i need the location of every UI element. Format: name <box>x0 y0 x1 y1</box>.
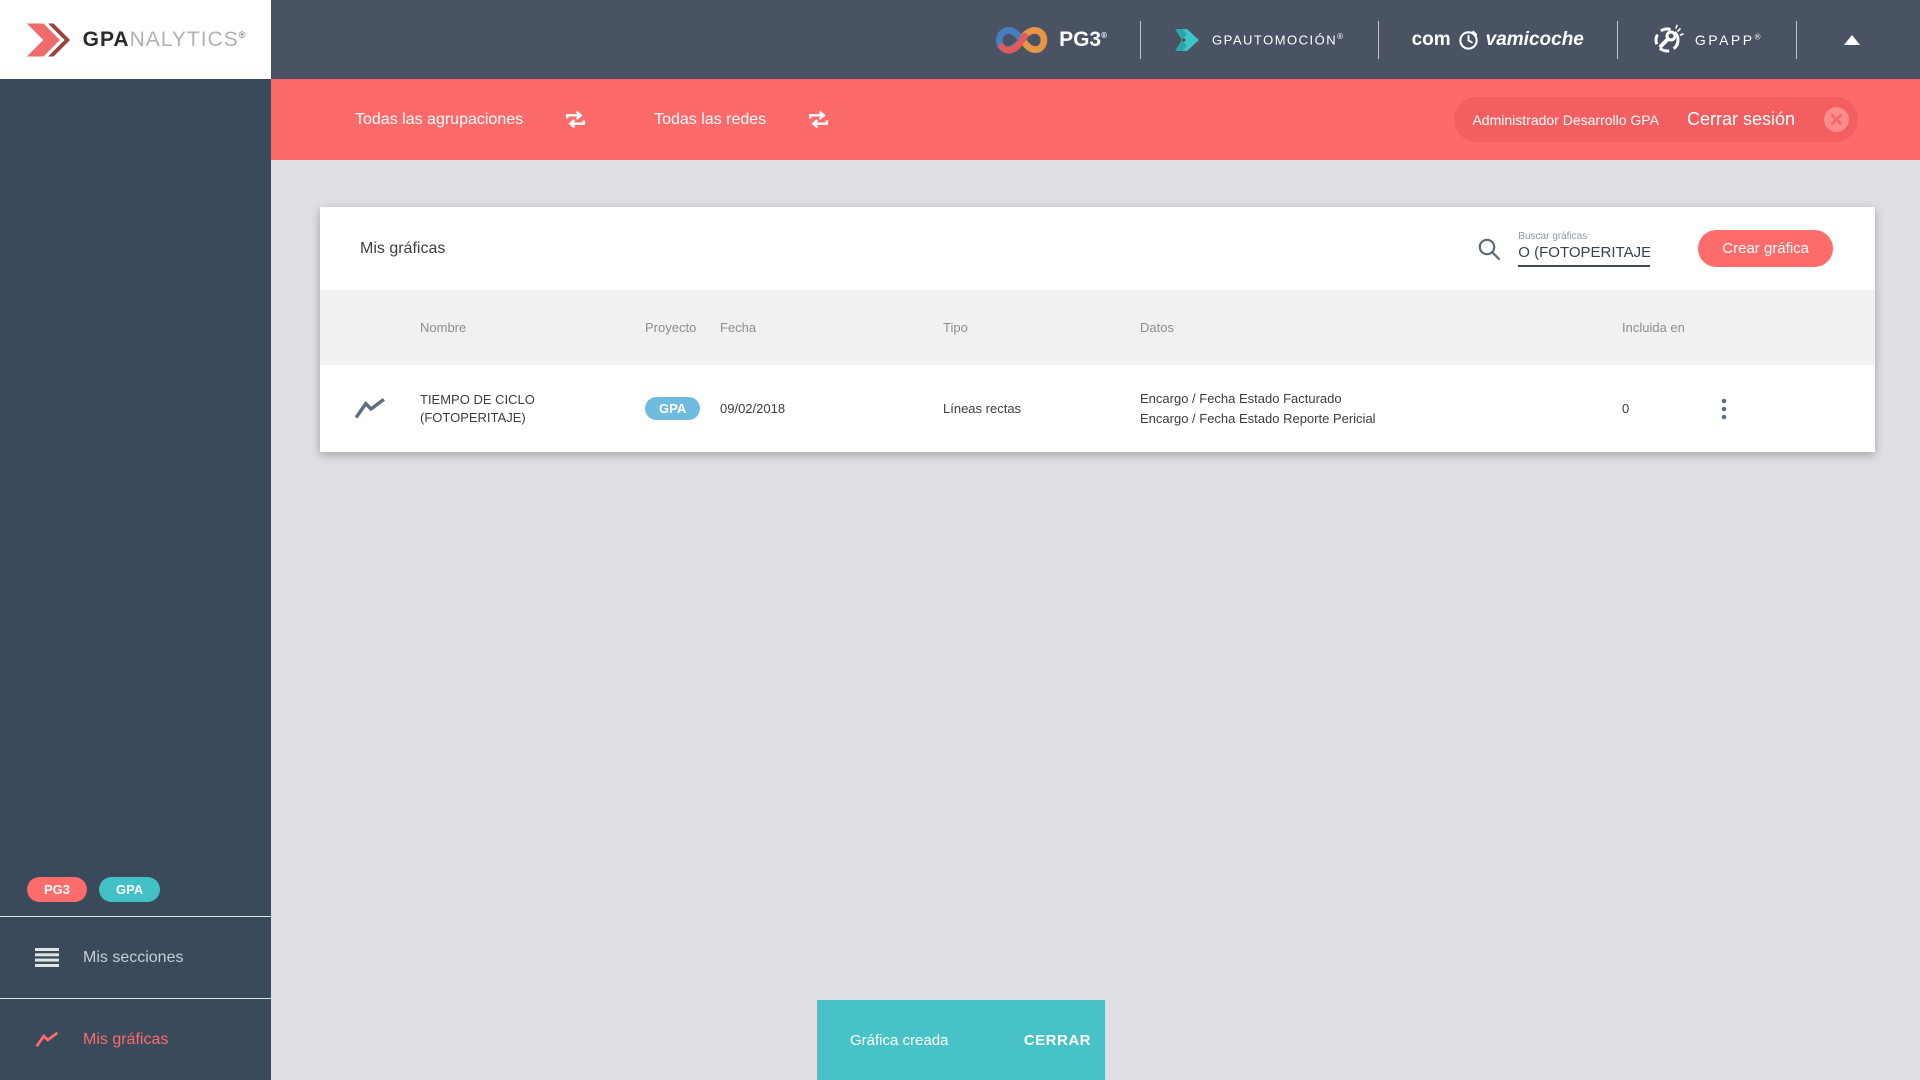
header-divider <box>1616 20 1618 59</box>
logout-button[interactable]: Cerrar sesión <box>1687 109 1795 130</box>
header-cell-fecha: Fecha <box>720 320 757 335</box>
brand-reg: ® <box>238 29 247 40</box>
wrench-gauge-icon <box>1654 24 1684 52</box>
menu-lines-icon <box>35 948 59 967</box>
row-type: Líneas rectas <box>943 401 1022 416</box>
search-field-label: Buscar gráficas <box>1518 230 1588 242</box>
groupings-filter-label: Todas las agrupaciones <box>355 110 524 128</box>
networks-filter-label: Todas las redes <box>654 110 767 128</box>
pg3-label: PG3® <box>1059 27 1108 51</box>
sidebar: PG3 GPA Mis secciones Mis gráficas <box>0 79 271 1080</box>
comovamicoche-pre: com <box>1411 28 1451 50</box>
swap-arrows-icon <box>566 110 586 129</box>
line-chart-icon <box>35 1031 59 1047</box>
header-cell-tipo: Tipo <box>943 320 968 335</box>
toast-message: Gráfica creada <box>850 1031 949 1049</box>
gpanalytics-arrow-icon <box>26 22 70 57</box>
comovamicoche-logo[interactable]: com vamicoche <box>1412 28 1584 51</box>
gpautomocion-label: GPAUTOMOCIÓN® <box>1212 31 1345 48</box>
header-divider <box>1796 20 1797 59</box>
collapse-arrow-button[interactable] <box>1844 34 1860 45</box>
session-pill: Administrador Desarrollo GPA Cerrar sesi… <box>1454 97 1858 142</box>
header-cell-incluida-en: Incluida en <box>1622 320 1685 335</box>
pg3-badge: PG3 <box>27 877 88 902</box>
card-header: Mis gráficas Buscar gráficas O (FOTOPERI… <box>320 207 1875 290</box>
sidebar-item-label: Mis secciones <box>83 948 184 966</box>
charts-card: Mis gráficas Buscar gráficas O (FOTOPERI… <box>320 207 1875 452</box>
row-menu-kebab-icon[interactable] <box>1717 397 1875 421</box>
main-content: Mis gráficas Buscar gráficas O (FOTOPERI… <box>271 160 1920 1080</box>
project-badge: GPA <box>645 397 701 420</box>
gpautomocion-chevron-icon <box>1175 28 1200 51</box>
row-chart-icon <box>320 397 420 421</box>
header-divider <box>1377 20 1379 59</box>
sidebar-item-mis-graficas[interactable]: Mis gráficas <box>0 998 271 1080</box>
gpanalytics-logo: GPANALYTICS® <box>0 0 271 79</box>
gpapp-label: GPAPP® <box>1694 31 1763 48</box>
table-row[interactable]: TIEMPO DE CICLO (FOTOPERITAJE) GPA 09/02… <box>320 365 1875 452</box>
pg3-logo[interactable]: PG3® <box>995 24 1107 56</box>
row-project: GPA <box>645 397 720 420</box>
logout-close-icon[interactable] <box>1823 106 1850 133</box>
user-name: Administrador Desarrollo GPA <box>1472 111 1659 128</box>
swap-arrows-icon <box>809 110 829 129</box>
row-data: Encargo / Fecha Estado Facturado Encargo… <box>1140 389 1622 428</box>
search-input[interactable]: O (FOTOPERITAJE) <box>1518 243 1651 267</box>
stopwatch-clock-icon <box>1458 30 1478 50</box>
header-cell-nombre: Nombre <box>420 320 467 335</box>
sidebar-item-mis-secciones[interactable]: Mis secciones <box>0 916 271 998</box>
sidebar-item-label: Mis gráficas <box>83 1030 169 1048</box>
gpanalytics-wordmark: GPANALYTICS® <box>83 28 247 52</box>
table-header-row: Nombre Proyecto Fecha Tipo Datos Incluid… <box>320 290 1875 365</box>
groupings-filter[interactable]: Todas las agrupaciones <box>355 108 588 131</box>
toast-notification: Gráfica creada CERRAR <box>817 1000 1105 1080</box>
create-chart-button[interactable]: Crear gráfica <box>1698 230 1833 267</box>
header-divider <box>1140 20 1142 59</box>
comovamicoche-post: vamicoche <box>1485 28 1584 50</box>
brand-gpa: GPA <box>82 27 130 51</box>
search-input-value: O (FOTOPERITAJE) <box>1518 243 1651 261</box>
toast-close-button[interactable]: CERRAR <box>1024 1032 1091 1049</box>
pg3-infinity-icon <box>996 26 1048 54</box>
sidebar-badges: PG3 GPA <box>0 877 271 916</box>
row-data-line: Encargo / Fecha Estado Facturado <box>1140 391 1342 406</box>
header-cell-proyecto: Proyecto <box>645 320 697 335</box>
gpapp-logo[interactable]: GPAPP® <box>1651 23 1763 57</box>
top-header: GPANALYTICS® PG3® GPAUTOMOCIÓN® com vami… <box>0 0 1920 79</box>
row-date: 09/02/2018 <box>720 401 786 416</box>
card-header-actions: Buscar gráficas O (FOTOPERITAJE) Crear g… <box>1476 230 1833 267</box>
header-cell-datos: Datos <box>1140 320 1174 335</box>
brand-nalytics: NALYTICS <box>129 27 239 51</box>
gpa-badge: GPA <box>99 877 161 902</box>
header-app-links: PG3® GPAUTOMOCIÓN® com vamicoche GPAPP® <box>995 0 1920 79</box>
row-name: TIEMPO DE CICLO (FOTOPERITAJE) <box>420 391 535 425</box>
search-icon[interactable] <box>1476 236 1502 262</box>
search-field: Buscar gráficas O (FOTOPERITAJE) <box>1518 230 1651 267</box>
networks-filter[interactable]: Todas las redes <box>654 108 831 131</box>
page-title: Mis gráficas <box>360 239 446 257</box>
filter-bar: Todas las agrupaciones Todas las redes A… <box>271 79 1920 160</box>
gpautomocion-logo[interactable]: GPAUTOMOCIÓN® <box>1174 26 1345 54</box>
row-included-in: 0 <box>1622 401 1630 416</box>
row-data-line: Encargo / Fecha Estado Reporte Pericial <box>1140 410 1376 426</box>
